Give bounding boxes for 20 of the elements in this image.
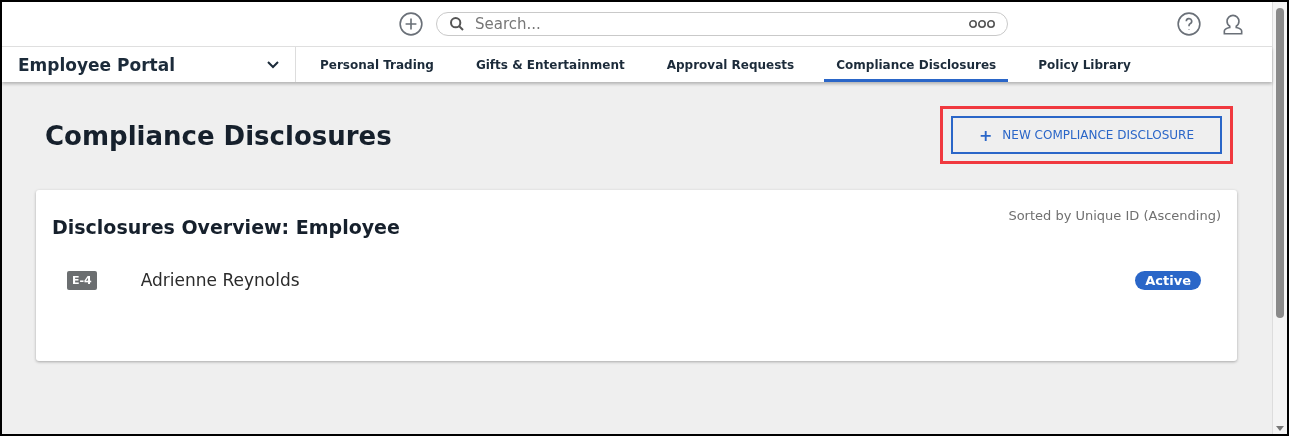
nav-tab[interactable]: Personal Trading xyxy=(308,47,446,82)
employee-name[interactable]: Adrienne Reynolds xyxy=(140,270,1136,290)
search-icon xyxy=(449,16,465,32)
add-icon[interactable] xyxy=(398,11,424,37)
nav-tab[interactable]: Gifts & Entertainment xyxy=(463,47,637,82)
chevron-down-icon xyxy=(267,60,279,69)
more-icon[interactable] xyxy=(969,19,995,29)
nav-tab[interactable]: Approval Requests xyxy=(654,47,807,82)
help-icon[interactable] xyxy=(1176,11,1202,37)
nav-tab[interactable]: Policy Library xyxy=(1026,47,1143,82)
scrollbar[interactable] xyxy=(1272,2,1287,434)
search-input[interactable]: Search... xyxy=(473,14,961,34)
nav-tab[interactable]: Compliance Disclosures xyxy=(824,47,1009,82)
new-disclosure-button[interactable]: + NEW COMPLIANCE DISCLOSURE xyxy=(950,116,1222,154)
sort-note: Sorted by Unique ID (Ascending) xyxy=(1008,208,1221,223)
id-tag: E-4 xyxy=(67,270,97,290)
card-title: Disclosures Overview: Employee xyxy=(52,216,400,238)
portal-dropdown[interactable]: Employee Portal xyxy=(2,47,296,82)
page-title: Compliance Disclosures xyxy=(45,121,392,151)
status-badge: Active xyxy=(1135,270,1201,290)
